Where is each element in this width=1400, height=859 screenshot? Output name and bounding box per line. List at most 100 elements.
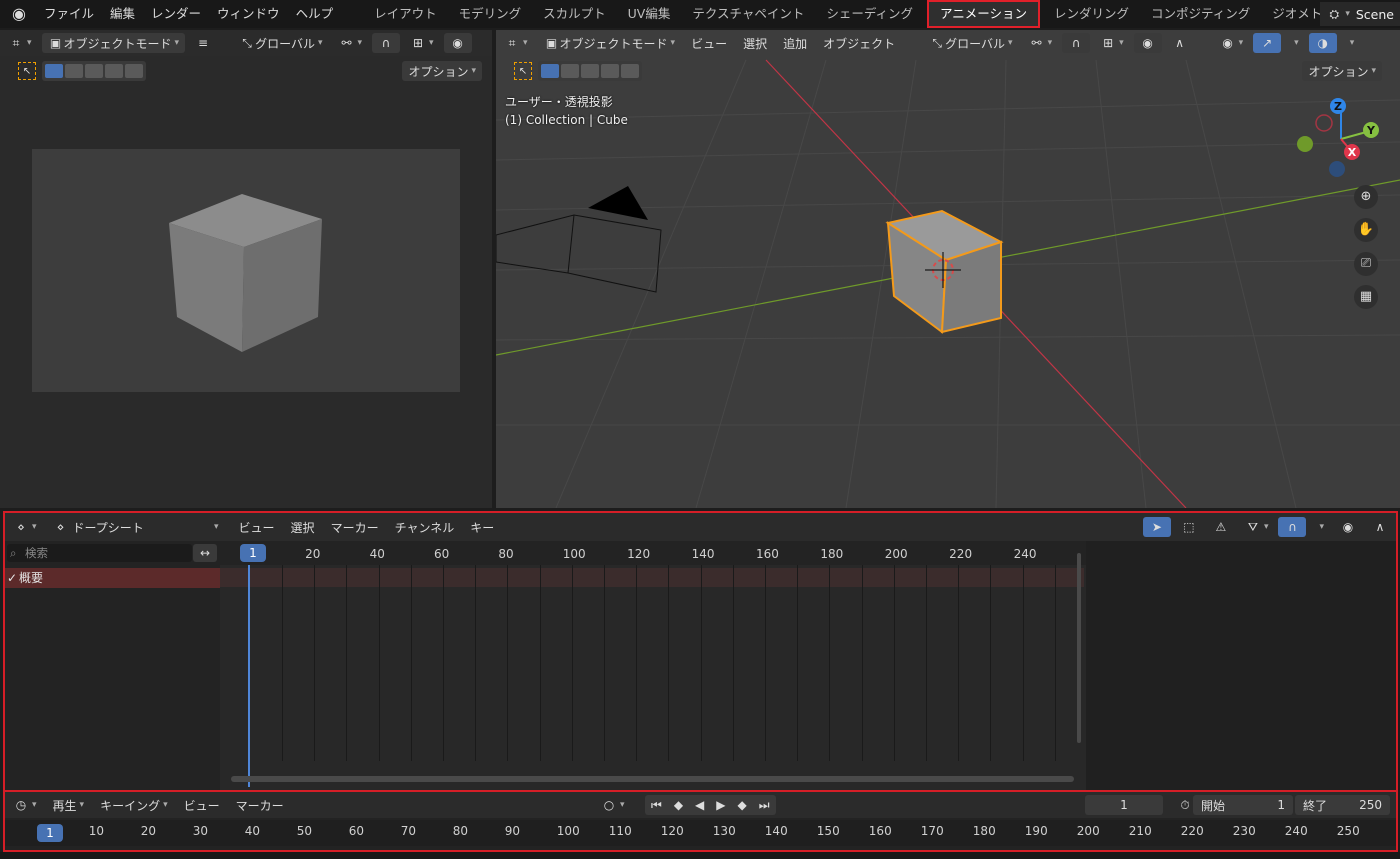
timeline-editor[interactable]: ◷ ▾ 再生 ▾ キーイング ▾ ビュー マーカー ○ ▾ ⏮ ◆ ◀ ▶ ◆ ⏭ 1 … <box>3 790 1398 852</box>
pivot-button[interactable]: ⚯ ▾ <box>1023 33 1059 53</box>
select-tool-icon[interactable]: ↖ <box>18 62 36 80</box>
menu-marker[interactable]: マーカー <box>325 517 385 537</box>
visibility-dropdown[interactable]: ◉ ▾ <box>1214 33 1250 53</box>
mode-invert-icon[interactable] <box>105 64 123 78</box>
tab-uv-editing[interactable]: UV編集 <box>617 1 682 27</box>
snap-target-dropdown[interactable]: ⊞ ▾ <box>404 33 440 53</box>
frame-ruler[interactable]: 1 20 40 60 80 100 120 140 160 180 200 220 240 <box>220 541 1086 565</box>
proportional-edit-toggle[interactable]: ◉ <box>1133 33 1162 53</box>
menu-view[interactable]: ビュー <box>178 795 226 815</box>
mode-subtract-icon[interactable] <box>85 64 103 78</box>
play-reverse-icon[interactable]: ◀ <box>689 795 711 815</box>
menu-edit[interactable]: 編集 <box>102 0 143 28</box>
snap-toggle[interactable]: ∩ <box>372 33 401 53</box>
jump-end-icon[interactable]: ⏭ <box>752 795 776 815</box>
mode-intersect-icon[interactable] <box>621 64 639 78</box>
tab-texture-paint[interactable]: テクスチャペイント <box>681 1 815 27</box>
menu-view[interactable]: ビュー <box>233 517 281 537</box>
falloff-dropdown[interactable]: ∧ <box>1166 33 1194 53</box>
dopesheet-mode-dropdown[interactable]: ⋄ ドープシート ▾ <box>47 517 225 537</box>
start-frame-field[interactable]: 開始 1 <box>1193 795 1293 815</box>
menu-render[interactable]: レンダー <box>143 0 209 28</box>
mode-intersect-icon[interactable] <box>125 64 143 78</box>
timeline-ruler[interactable]: 1 10 20 30 40 50 60 70 80 90 100 110 120 130 140 150 16… <box>5 820 1396 846</box>
ortho-grid-icon[interactable]: ▦ <box>1354 285 1378 309</box>
mode-invert-icon[interactable] <box>601 64 619 78</box>
menu-help[interactable]: ヘルプ <box>288 0 342 28</box>
keying-dropdown[interactable]: キーイング ▾ <box>94 795 174 815</box>
falloff-dropdown[interactable]: ∧ <box>1366 517 1394 537</box>
mode-subtract-icon[interactable] <box>581 64 599 78</box>
swap-filter-button[interactable]: ↔ <box>193 544 217 562</box>
overlay-toggle[interactable]: ◑ <box>1308 33 1337 53</box>
menu-marker[interactable]: マーカー <box>230 795 290 815</box>
3d-viewport[interactable]: ⌗ ▾ ▣ オブジェクトモード ▾ ビュー 選択 追加 オブジェクト ⤡ グローバル ▾ … <box>496 30 1400 508</box>
only-errors-toggle[interactable]: ⚠ <box>1207 517 1235 537</box>
gizmo-toggle[interactable]: ↗ <box>1253 33 1282 53</box>
menu-view[interactable]: ビュー <box>685 33 733 53</box>
tab-modeling[interactable]: モデリング <box>448 1 533 27</box>
current-frame-indicator[interactable]: 1 <box>240 544 266 562</box>
cube-object[interactable] <box>885 209 1004 334</box>
selection-mode-set[interactable] <box>538 61 642 81</box>
keyframe-area[interactable] <box>220 541 1086 790</box>
proportional-edit-toggle[interactable]: ◉ <box>443 33 472 53</box>
tab-animation[interactable]: アニメーション <box>926 0 1041 28</box>
auto-snap-dropdown[interactable]: ▾ <box>1310 517 1330 537</box>
neg-x-handle-icon[interactable] <box>1315 114 1333 132</box>
jump-start-icon[interactable]: ⏮ <box>645 795 668 815</box>
playhead-line[interactable] <box>248 565 250 787</box>
transform-orientation-dropdown[interactable]: ⤡ グローバル ▾ <box>233 33 328 53</box>
neg-y-handle-icon[interactable] <box>1297 136 1313 152</box>
show-hidden-toggle[interactable]: ⬚ <box>1175 517 1203 537</box>
dope-sheet-editor[interactable]: ⋄ ▾ ⋄ ドープシート ▾ ビュー 選択 マーカー チャンネル キー ➤ ⬚ ⚠ ⛛… <box>3 511 1398 792</box>
menu-toggle[interactable]: ≡ <box>189 33 217 53</box>
zoom-icon[interactable]: ⊕ <box>1354 185 1378 209</box>
tab-layout[interactable]: レイアウト <box>363 1 448 27</box>
next-keyframe-icon[interactable]: ◆ <box>731 795 753 815</box>
menu-add[interactable]: 追加 <box>777 33 813 53</box>
end-frame-field[interactable]: 終了 250 <box>1295 795 1390 815</box>
prev-keyframe-icon[interactable]: ◆ <box>667 795 690 815</box>
play-icon[interactable]: ▶ <box>710 795 732 815</box>
pan-hand-icon[interactable]: ✋ <box>1354 218 1378 242</box>
menu-key[interactable]: キー <box>464 517 500 537</box>
menu-select[interactable]: 選択 <box>737 33 773 53</box>
proportional-toggle[interactable]: ◉ <box>1334 517 1362 537</box>
horizontal-scrollbar[interactable] <box>231 776 1074 782</box>
neg-z-handle-icon[interactable] <box>1329 161 1345 177</box>
gizmo-dropdown[interactable]: ▾ <box>1285 33 1305 53</box>
vertical-scrollbar[interactable] <box>1077 553 1081 743</box>
editor-type-button[interactable]: ⌗ ▾ <box>498 33 534 53</box>
mode-extend-icon[interactable] <box>65 64 83 78</box>
selection-mode-set[interactable] <box>42 61 146 81</box>
select-tool-icon[interactable]: ↖ <box>514 62 532 80</box>
mode-new-icon[interactable] <box>541 64 559 78</box>
menu-file[interactable]: ファイル <box>36 0 102 28</box>
scene-selector[interactable]: ⛭ ▾ Scene <box>1320 2 1400 26</box>
filter-dropdown[interactable]: ⛛ ▾ <box>1239 517 1275 537</box>
left-options-dropdown[interactable]: オプション ▾ <box>402 61 482 81</box>
blender-logo-icon[interactable]: ◉ <box>8 3 30 25</box>
menu-object[interactable]: オブジェクト <box>817 33 901 53</box>
tab-shading[interactable]: シェーディング <box>815 1 924 27</box>
summary-channel[interactable]: ✓ 概要 <box>5 568 220 588</box>
tab-rendering[interactable]: レンダリング <box>1043 1 1140 27</box>
pivot-button[interactable]: ⚯ ▾ <box>333 33 369 53</box>
mode-extend-icon[interactable] <box>561 64 579 78</box>
menu-select[interactable]: 選択 <box>285 517 321 537</box>
camera-view-icon[interactable]: ⎚ <box>1354 252 1378 276</box>
editor-type-button[interactable]: ⋄ ▾ <box>7 517 43 537</box>
overlay-dropdown[interactable]: ▾ <box>1341 33 1361 53</box>
playback-dropdown[interactable]: 再生 ▾ <box>47 795 91 815</box>
auto-snap-toggle[interactable]: ∩ <box>1278 517 1307 537</box>
tab-sculpting[interactable]: スカルプト <box>532 1 617 27</box>
timeline-current-frame-indicator[interactable]: 1 <box>37 824 63 842</box>
snap-target-dropdown[interactable]: ⊞ ▾ <box>1094 33 1130 53</box>
navigation-gizmo[interactable]: Z Y X <box>1296 94 1386 184</box>
camera-object[interactable] <box>496 186 662 293</box>
snap-toggle[interactable]: ∩ <box>1062 33 1091 53</box>
camera-viewport[interactable]: ⌗ ▾ ▣ オブジェクトモード ▾ ≡ ⤡ グローバル ▾ ⚯ ▾ ∩ ⊞ ▾ ◉ ↖ オプシ… <box>0 30 492 508</box>
menu-window[interactable]: ウィンドウ <box>209 0 288 28</box>
mode-new-icon[interactable] <box>45 64 63 78</box>
